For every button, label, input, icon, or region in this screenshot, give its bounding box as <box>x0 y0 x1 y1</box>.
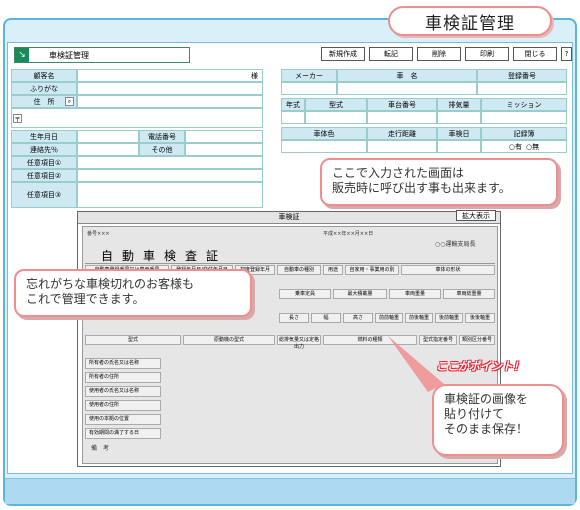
callout-image-info: 車検証の画像を 貼り付けて そのまま保存！ <box>432 384 564 456</box>
point-badge: ここがポイント！ <box>436 360 524 373</box>
